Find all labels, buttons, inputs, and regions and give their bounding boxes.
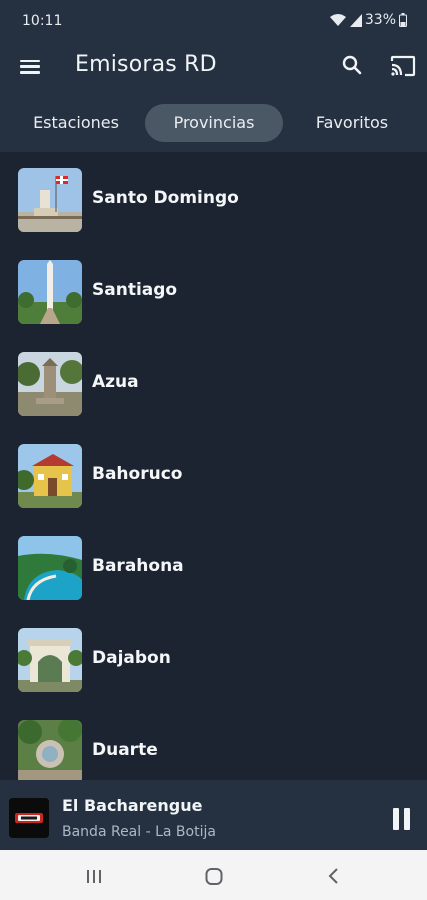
province-item-barahona[interactable]: Barahona (0, 520, 427, 612)
province-name: Santo Domingo (92, 188, 239, 208)
now-playing-subtitle: Banda Real - La Botija (62, 824, 216, 840)
province-thumbnail (18, 536, 82, 600)
province-thumbnail (18, 352, 82, 416)
province-name: Dajabon (92, 648, 171, 668)
cast-button[interactable] (389, 52, 417, 80)
cast-icon (390, 55, 416, 77)
menu-button[interactable] (18, 56, 42, 80)
province-thumbnail (18, 444, 82, 508)
system-nav-bar (0, 850, 427, 900)
province-name: Barahona (92, 556, 184, 576)
battery-icon (399, 13, 407, 27)
province-thumbnail (18, 720, 82, 780)
province-thumbnail (18, 168, 82, 232)
province-item-santo-domingo[interactable]: Santo Domingo (0, 152, 427, 244)
province-item-duarte[interactable]: Duarte (0, 704, 427, 780)
battery-percent: 33% (364, 12, 396, 28)
back-button[interactable] (320, 862, 348, 890)
pause-button[interactable] (391, 808, 413, 832)
tab-bar: Estaciones Provincias Favoritos (0, 101, 427, 143)
recents-button[interactable] (80, 862, 108, 890)
recents-icon (87, 870, 101, 883)
mini-player[interactable]: El Bacharengue Banda Real - La Botija (0, 780, 427, 850)
top-app-bar: 10:11 33% Emisoras RD Estaciones Provinc… (0, 0, 427, 152)
status-time: 10:11 (22, 13, 63, 29)
tab-estaciones[interactable]: Estaciones (14, 104, 138, 142)
app-header: Emisoras RD (0, 44, 427, 92)
back-icon (328, 868, 338, 884)
now-playing-title: El Bacharengue (62, 796, 203, 815)
search-button[interactable] (340, 53, 364, 77)
signal-icon (349, 13, 362, 27)
province-item-dajabon[interactable]: Dajabon (0, 612, 427, 704)
tab-favoritos[interactable]: Favoritos (296, 104, 408, 142)
home-button[interactable] (200, 862, 228, 890)
province-name: Azua (92, 372, 139, 392)
province-list: Santo Domingo Santiago Azua Bahoruco Bar… (0, 152, 427, 780)
app-title: Emisoras RD (75, 52, 217, 77)
search-icon (342, 55, 362, 75)
province-item-bahoruco[interactable]: Bahoruco (0, 428, 427, 520)
status-icons: 33% (329, 12, 407, 28)
province-name: Santiago (92, 280, 178, 300)
tab-provincias[interactable]: Provincias (145, 104, 283, 142)
province-item-azua[interactable]: Azua (0, 336, 427, 428)
home-icon (205, 868, 223, 885)
pause-icon (393, 808, 399, 830)
station-logo (9, 798, 49, 838)
status-bar: 10:11 33% (0, 0, 427, 44)
province-name: Bahoruco (92, 464, 183, 484)
province-thumbnail (18, 628, 82, 692)
province-name: Duarte (92, 740, 158, 760)
province-item-santiago[interactable]: Santiago (0, 244, 427, 336)
province-thumbnail (18, 260, 82, 324)
wifi-icon (329, 14, 346, 26)
